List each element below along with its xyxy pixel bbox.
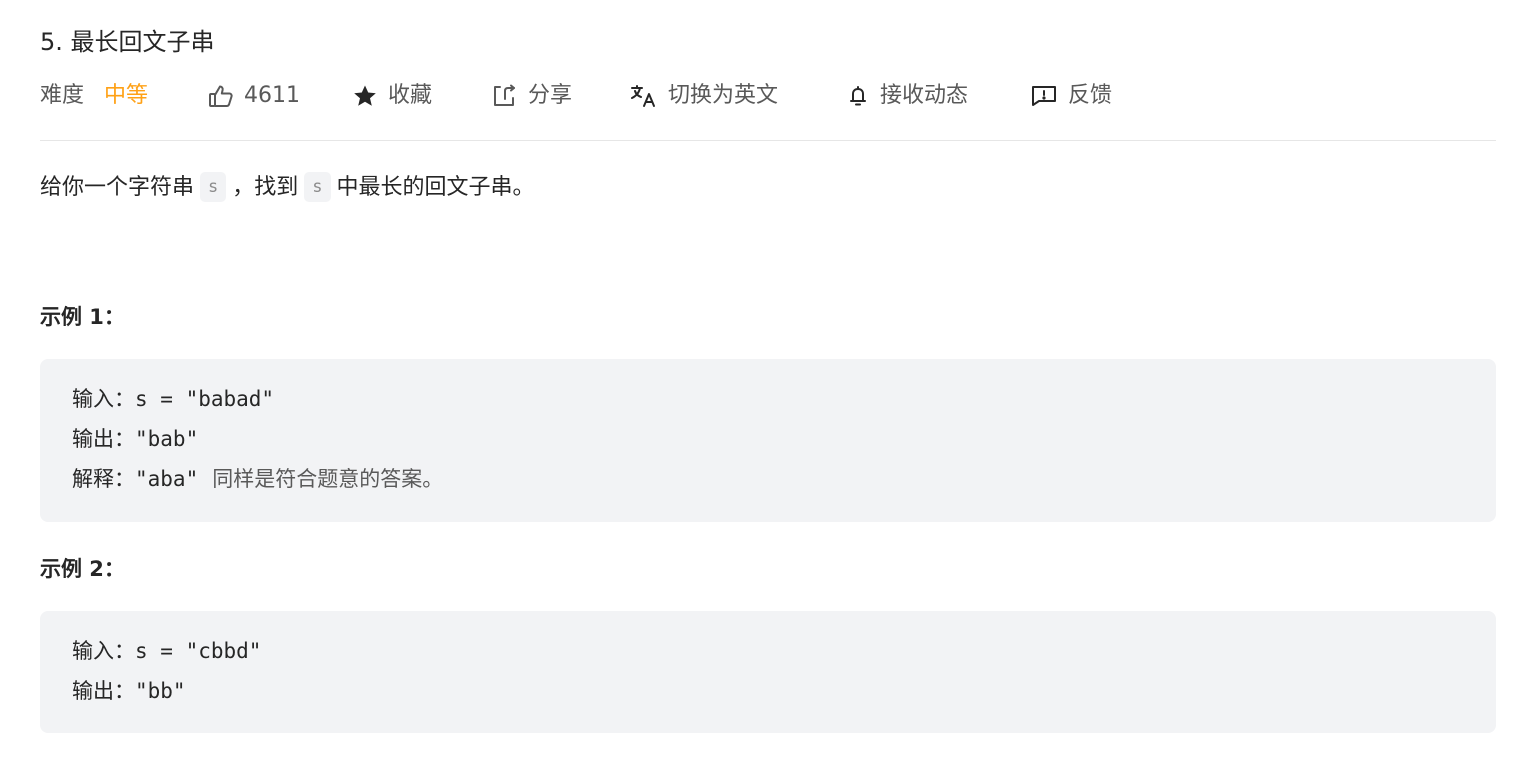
star-icon: [352, 84, 378, 108]
inline-code: s: [200, 172, 227, 202]
description-text: 给你一个字符串: [40, 175, 195, 200]
input-value: s = "cbbd": [135, 639, 262, 663]
subscribe-label: 接收动态: [880, 83, 969, 108]
feedback-button[interactable]: 反馈: [1030, 78, 1112, 114]
output-label: 输出：: [72, 427, 135, 451]
output-value: "bb": [135, 679, 186, 703]
example-1-title: 示例 1：: [40, 305, 125, 329]
subscribe-button[interactable]: 接收动态: [846, 78, 968, 114]
difficulty: 难度 中等: [40, 78, 148, 114]
divider: [40, 140, 1496, 141]
example-2-box: 输入：s = "cbbd" 输出："bb": [40, 611, 1496, 733]
problem-meta-bar: 难度 中等 4611 收藏 分享 切换为英文 接收动态 反馈: [40, 78, 1496, 114]
description-text: 中最长的回文子串。: [336, 175, 535, 200]
example-input-line: 输入：s = "babad": [72, 379, 274, 419]
explanation-text: 同样是符合题意的答案。: [212, 467, 444, 491]
problem-description: 给你一个字符串 s ，找到 s 中最长的回文子串。: [40, 170, 535, 206]
input-label: 输入：: [72, 387, 135, 411]
share-button[interactable]: 分享: [492, 78, 572, 114]
feedback-icon: [1030, 84, 1058, 108]
example-explanation-line: 解释："aba" 同样是符合题意的答案。: [72, 459, 443, 499]
translate-button[interactable]: 切换为英文: [630, 78, 778, 114]
example-output-line: 输出："bb": [72, 671, 186, 711]
output-value: "bab": [135, 427, 199, 451]
difficulty-value: 中等: [104, 83, 149, 108]
feedback-label: 反馈: [1068, 83, 1113, 108]
example-1-box: 输入：s = "babad" 输出："bab" 解释："aba" 同样是符合题意的…: [40, 359, 1496, 522]
example-output-line: 输出："bab": [72, 419, 198, 459]
favorite-label: 收藏: [388, 83, 433, 108]
input-label: 输入：: [72, 639, 135, 663]
explanation-label: 解释：: [72, 467, 135, 491]
output-label: 输出：: [72, 679, 135, 703]
thumbs-up-icon: [208, 84, 234, 108]
like-count: 4611: [244, 83, 300, 108]
input-value: s = "babad": [135, 387, 275, 411]
translate-label: 切换为英文: [668, 83, 779, 108]
explanation-code: "aba": [135, 467, 199, 491]
favorite-button[interactable]: 收藏: [352, 78, 432, 114]
example-2-title: 示例 2：: [40, 557, 125, 581]
share-icon: [492, 84, 518, 108]
example-input-line: 输入：s = "cbbd": [72, 631, 261, 671]
bell-icon: [846, 84, 870, 108]
share-label: 分享: [528, 83, 573, 108]
description-text: ，找到: [232, 175, 299, 200]
inline-code: s: [304, 172, 331, 202]
translate-icon: [630, 84, 658, 108]
problem-title: 5. 最长回文子串: [40, 28, 215, 56]
like-button[interactable]: 4611: [208, 78, 300, 114]
difficulty-label: 难度: [40, 83, 85, 108]
